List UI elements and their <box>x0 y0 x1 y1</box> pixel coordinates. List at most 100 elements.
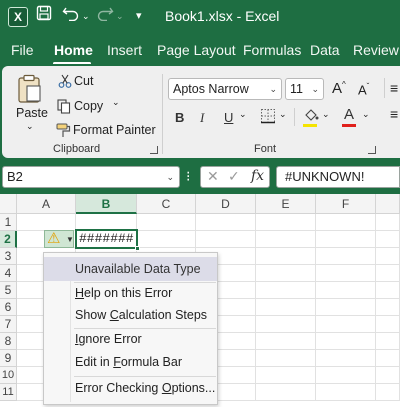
grid-cell[interactable] <box>256 265 316 282</box>
grid-cell[interactable] <box>316 265 376 282</box>
grid-cell[interactable] <box>256 231 316 248</box>
column-header-e[interactable]: E <box>256 194 316 214</box>
grid-cell[interactable] <box>376 367 400 384</box>
column-header-b[interactable]: B <box>76 194 137 214</box>
grid-cell[interactable] <box>256 214 316 231</box>
shrink-font-button[interactable]: Aˇ <box>358 82 369 97</box>
tab-data[interactable]: Data <box>310 42 340 58</box>
grid-cell[interactable] <box>196 214 256 231</box>
menu-item-unavailable-data-type[interactable]: Unavailable Data Type <box>44 257 217 281</box>
fill-handle[interactable] <box>135 246 140 251</box>
format-painter-icon[interactable] <box>56 123 72 143</box>
grid-cell[interactable] <box>376 316 400 333</box>
borders-dropdown-icon[interactable]: ⌄ <box>279 109 287 120</box>
menu-item-help-on-error[interactable]: Help on this Error <box>44 281 217 305</box>
font-color-button[interactable]: A <box>344 106 354 123</box>
cut-icon[interactable] <box>58 74 72 93</box>
underline-button[interactable]: U <box>224 110 233 125</box>
column-header-c[interactable]: C <box>137 194 196 214</box>
grid-cell[interactable] <box>316 299 376 316</box>
font-size-select[interactable]: 11 ⌄ <box>285 78 324 100</box>
row-header-7[interactable]: 7 <box>0 316 17 333</box>
grid-cell[interactable] <box>316 384 376 401</box>
grid-cell[interactable] <box>256 282 316 299</box>
grid-cell[interactable] <box>376 350 400 367</box>
fill-color-dropdown-icon[interactable]: ⌄ <box>322 109 330 120</box>
cancel-icon[interactable]: ✕ <box>207 168 219 185</box>
grid-cell[interactable] <box>256 333 316 350</box>
grid-cell[interactable] <box>256 367 316 384</box>
formula-bar-splitter-icon[interactable]: ⁝ <box>186 168 190 185</box>
name-box[interactable]: B2 ⌄ <box>2 166 180 188</box>
underline-dropdown-icon[interactable]: ⌄ <box>239 109 247 120</box>
clipboard-dialog-launcher-icon[interactable] <box>150 146 158 154</box>
grid-cell[interactable] <box>256 248 316 265</box>
grid-cell[interactable] <box>316 350 376 367</box>
grid-cell[interactable] <box>196 231 256 248</box>
tab-file[interactable]: File <box>11 42 34 58</box>
redo-icon[interactable] <box>96 5 114 28</box>
tab-review[interactable]: Review <box>353 42 399 58</box>
paste-dropdown-icon[interactable]: ⌄ <box>26 121 34 132</box>
indent-icon[interactable]: ≡ <box>390 106 398 122</box>
customize-qat-icon[interactable]: ▾ <box>136 5 142 27</box>
grow-font-button[interactable]: A^ <box>332 80 346 97</box>
formula-input[interactable]: #UNKNOWN! <box>276 166 400 188</box>
grid-cell[interactable] <box>376 299 400 316</box>
menu-item-ignore-error[interactable]: Ignore Error <box>44 327 217 351</box>
enter-icon[interactable]: ✓ <box>228 168 240 185</box>
grid-cell[interactable] <box>316 214 376 231</box>
row-header-6[interactable]: 6 <box>0 299 17 316</box>
grid-cell[interactable] <box>256 316 316 333</box>
column-header-f[interactable]: F <box>316 194 376 214</box>
insert-function-button[interactable]: fx <box>251 168 264 184</box>
grid-cell[interactable] <box>376 265 400 282</box>
italic-button[interactable]: I <box>200 110 204 126</box>
row-header-2[interactable]: 2 <box>0 231 17 248</box>
grid-cell[interactable] <box>376 384 400 401</box>
save-icon[interactable] <box>36 5 52 28</box>
grid-cell[interactable] <box>316 282 376 299</box>
format-painter-button[interactable]: Format Painter <box>73 123 156 137</box>
tab-page-layout[interactable]: Page Layout <box>157 42 236 58</box>
undo-dropdown-icon[interactable]: ⌄ <box>82 5 90 27</box>
font-dialog-launcher-icon[interactable] <box>368 146 376 154</box>
tab-insert[interactable]: Insert <box>107 42 142 58</box>
copy-icon[interactable] <box>57 99 71 119</box>
grid-cell[interactable] <box>137 231 196 248</box>
grid-cell[interactable] <box>256 384 316 401</box>
column-header-d[interactable]: D <box>196 194 256 214</box>
font-name-select[interactable]: Aptos Narrow ⌄ <box>168 78 282 100</box>
grid-cell[interactable] <box>316 316 376 333</box>
grid-cell[interactable] <box>316 367 376 384</box>
worksheet-grid[interactable]: A B C D E F 1 2 3 4 5 6 7 8 9 10 11 ⚠ ▼ … <box>0 194 400 407</box>
grid-cell[interactable] <box>316 333 376 350</box>
font-color-dropdown-icon[interactable]: ⌄ <box>362 109 370 120</box>
cut-button[interactable]: Cut <box>74 74 93 88</box>
grid-cell[interactable] <box>316 248 376 265</box>
grid-cell[interactable] <box>316 231 376 248</box>
row-header-10[interactable]: 10 <box>0 367 17 384</box>
grid-cell[interactable] <box>376 214 400 231</box>
grid-cell[interactable] <box>376 333 400 350</box>
row-header-1[interactable]: 1 <box>0 214 17 231</box>
grid-cell[interactable] <box>376 282 400 299</box>
tab-formulas[interactable]: Formulas <box>243 42 301 58</box>
error-checking-button[interactable]: ⚠ ▼ <box>44 230 74 248</box>
menu-item-show-calculation-steps[interactable]: Show Calculation Steps <box>44 303 217 327</box>
undo-icon[interactable] <box>62 5 80 28</box>
grid-cell[interactable] <box>256 299 316 316</box>
menu-item-error-checking-options[interactable]: Error Checking Options... <box>44 376 217 400</box>
paste-icon[interactable] <box>16 74 42 109</box>
align-icon[interactable]: ≡ <box>390 80 398 96</box>
paste-button[interactable]: Paste <box>16 106 48 120</box>
redo-dropdown-icon[interactable]: ⌄ <box>116 5 124 27</box>
row-header-9[interactable]: 9 <box>0 350 17 367</box>
column-header-g[interactable] <box>376 194 400 214</box>
row-header-11[interactable]: 11 <box>0 384 17 401</box>
active-cell-b2[interactable]: ####### <box>75 229 138 249</box>
row-header-3[interactable]: 3 <box>0 248 17 265</box>
grid-cell[interactable] <box>376 231 400 248</box>
grid-cell[interactable] <box>376 248 400 265</box>
copy-dropdown-icon[interactable]: ⌄ <box>112 97 120 108</box>
